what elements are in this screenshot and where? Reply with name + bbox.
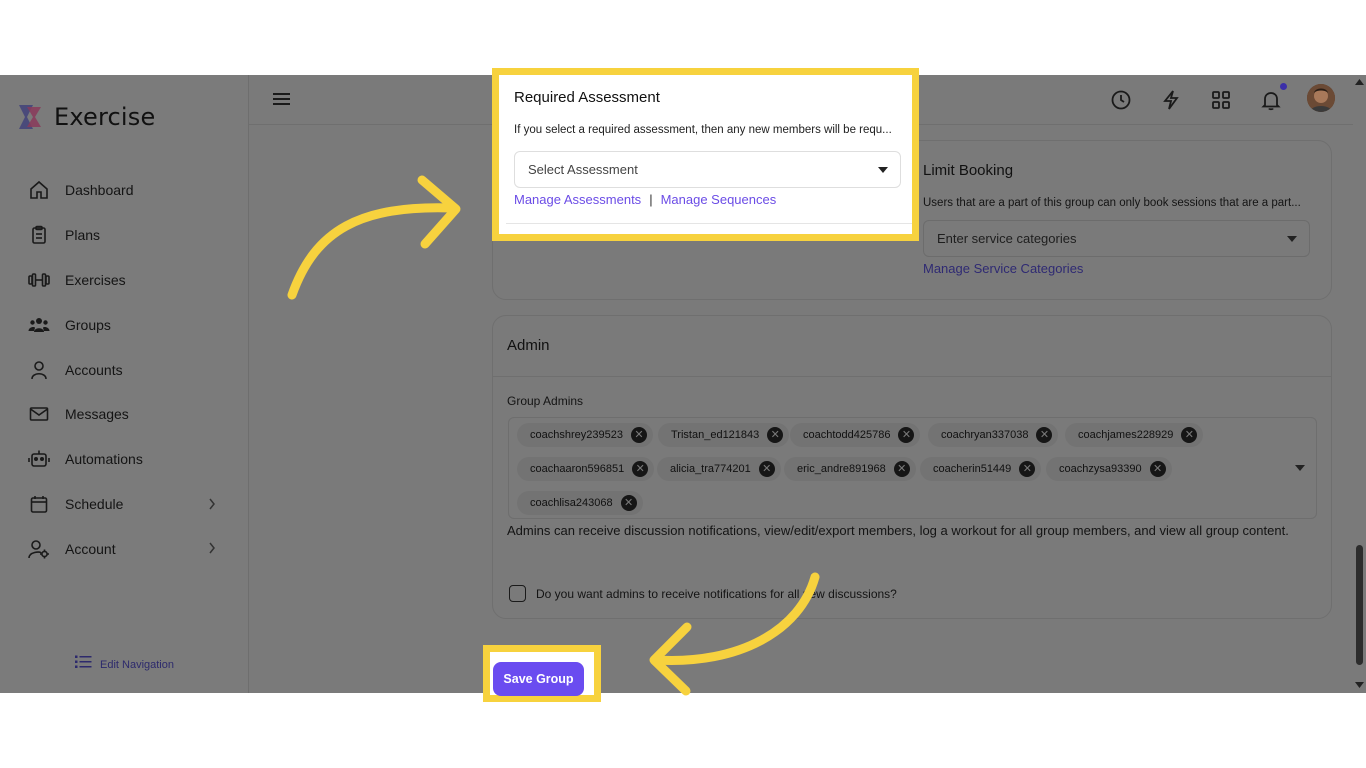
arrow-to-save bbox=[651, 572, 820, 665]
arrow-to-assessment bbox=[287, 203, 457, 300]
screenshot-stage: Exercise Dashboard Plans Exercises Group… bbox=[0, 0, 1366, 768]
annotation-arrows bbox=[287, 175, 820, 696]
